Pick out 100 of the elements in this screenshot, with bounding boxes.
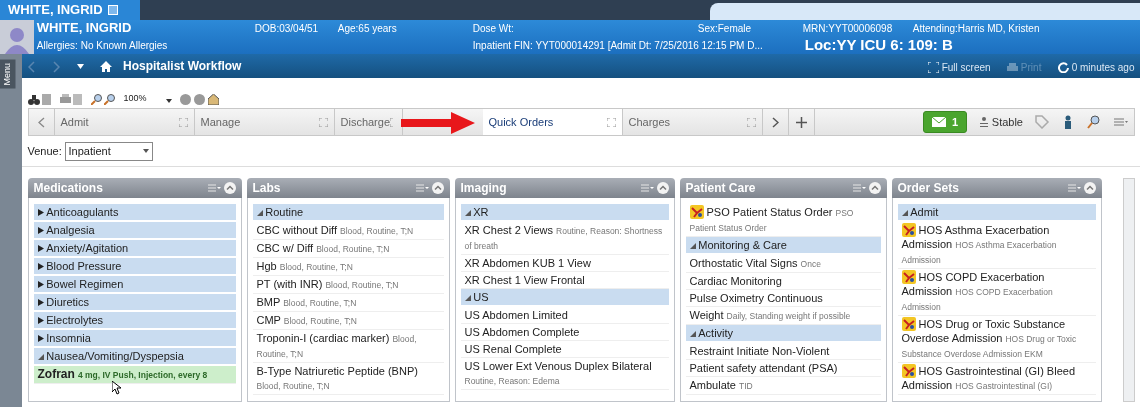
order-row[interactable]: CBC w/ Diff Blood, Routine, T;N (252, 240, 444, 258)
page-tab[interactable]: Admit (54, 109, 195, 135)
binoculars-icon[interactable] (27, 95, 40, 106)
plus-icon[interactable] (795, 117, 807, 129)
status-button[interactable]: Stable (978, 112, 1024, 132)
category-row[interactable]: Analgesia (33, 222, 236, 240)
dropdown-caret-icon[interactable] (165, 98, 172, 103)
side-menu-tab[interactable]: Menu (0, 60, 16, 89)
encounter-info: Inpatient FIN: YYT000014291 [Admit Dt: 7/25/2016 12:15 PM D... (472, 38, 764, 53)
scrollbar[interactable] (1122, 178, 1135, 402)
order-row[interactable]: XR Chest 2 Views Routine, Reason: Shortness of breath (460, 222, 669, 255)
category-row[interactable]: Nausea/Vomiting/Dyspepsia (33, 348, 236, 366)
page-tab[interactable]: Quick Orders (482, 109, 623, 135)
allergies-text: Allergies: No Known Allergies (36, 38, 169, 53)
category-row[interactable]: Bowel Regimen (33, 276, 236, 294)
order-row[interactable]: US Renal Complete (460, 341, 669, 358)
order-row[interactable]: US Abdomen Complete (460, 324, 669, 341)
category-row[interactable]: XR (460, 204, 669, 222)
category-row[interactable]: Anxiety/Agitation (33, 240, 236, 258)
order-row[interactable]: CMP Blood, Routine, T;N (252, 312, 444, 330)
mouse-pointer-icon (111, 381, 122, 395)
house-icon[interactable] (207, 94, 219, 106)
venue-value: Inpatient (68, 143, 111, 159)
category-row[interactable]: Activity (685, 325, 881, 343)
collapse-icon[interactable] (223, 182, 236, 194)
zoom-in-icon[interactable] (90, 94, 102, 106)
order-row[interactable]: Ambulate TID (685, 377, 881, 395)
collapsed-triangle-icon[interactable] (37, 262, 44, 270)
collapsed-triangle-icon[interactable] (37, 280, 44, 288)
expanded-triangle-icon[interactable] (689, 329, 696, 337)
venue-dropdown[interactable]: Inpatient (64, 141, 153, 161)
category-row[interactable]: Admit (897, 204, 1096, 222)
expanded-triangle-icon[interactable] (464, 208, 471, 216)
panel-title: Imaging (460, 180, 507, 197)
page-tab[interactable]: Charges (622, 109, 763, 135)
category-row[interactable]: Blood Pressure (33, 258, 236, 276)
full-screen-link[interactable]: Full screen (941, 60, 991, 76)
circle-icon[interactable] (193, 94, 205, 106)
order-set-icon (901, 364, 916, 378)
order-row[interactable]: Troponin-I (cardiac marker) Blood, Routine, T;N (252, 330, 444, 363)
collapse-icon[interactable] (656, 182, 669, 194)
category-row[interactable]: Electrolytes (33, 312, 236, 330)
chevron-right-icon[interactable] (771, 117, 779, 129)
dropdown-caret-icon[interactable] (142, 149, 149, 153)
expanded-triangle-icon[interactable] (901, 208, 908, 216)
collapsed-triangle-icon[interactable] (37, 334, 44, 342)
order-row[interactable]: PT (with INR) Blood, Routine, T;N (252, 276, 444, 294)
avatar-placeholder (0, 20, 34, 54)
category-row[interactable]: Diuretics (33, 294, 236, 312)
collapse-icon[interactable] (431, 182, 444, 194)
collapsed-triangle-icon[interactable] (37, 208, 44, 216)
category-row[interactable]: Anticoagulants (33, 204, 236, 222)
order-row[interactable]: Pulse Oximetry Continuous (685, 290, 881, 307)
order-set-icon (689, 205, 704, 219)
expanded-triangle-icon[interactable] (689, 241, 696, 249)
order-row[interactable]: BMP Blood, Routine, T;N (252, 294, 444, 312)
collapsed-triangle-icon[interactable] (37, 244, 44, 252)
printer-icon[interactable] (59, 94, 71, 106)
chevron-left-icon[interactable] (37, 117, 45, 129)
expanded-triangle-icon[interactable] (37, 352, 44, 360)
order-row[interactable]: Orthostatic Vital Signs Once (685, 255, 881, 273)
order-row[interactable]: HOS Asthma Exacerbation Admission HOS Asthma Exacerbation Admission (897, 222, 1096, 269)
order-row[interactable]: XR Abdomen KUB 1 View (460, 255, 669, 272)
refresh-icon[interactable] (1057, 62, 1069, 74)
category-row[interactable]: Insomnia (33, 330, 236, 348)
order-row[interactable]: B-Type Natriuretic Peptide (BNP) Blood, Routine, T;N (252, 363, 444, 395)
envelope-icon (932, 117, 947, 127)
patient-info-field: MRN:YYT00006098 (802, 20, 913, 36)
order-row[interactable]: Hgb Blood, Routine, T;N (252, 258, 444, 276)
circle-icon[interactable] (180, 94, 192, 106)
collapsed-triangle-icon[interactable] (37, 226, 44, 234)
category-row[interactable]: Routine (252, 204, 444, 222)
patient-info-field: Dose Wt: (472, 20, 698, 36)
workflow-title: Hospitalist Workflow (123, 58, 242, 75)
order-row[interactable]: Cardiac Monitoring (685, 273, 881, 290)
page-tab[interactable]: Manage (194, 109, 335, 135)
order-row[interactable]: Patient safety attendant (PSA) (685, 360, 881, 377)
order-row[interactable]: US Lower Ext Venous Duplex Bilateral Routine, Reason: Edema (460, 358, 669, 390)
zoom-level[interactable]: 100% (123, 91, 147, 106)
category-row[interactable]: US (460, 289, 669, 307)
printer-icon[interactable] (1007, 62, 1019, 73)
expanded-triangle-icon[interactable] (464, 293, 471, 301)
expanded-triangle-icon[interactable] (256, 208, 263, 216)
collapsed-triangle-icon[interactable] (37, 298, 44, 306)
search-icon[interactable] (1087, 115, 1102, 129)
collapse-icon[interactable] (868, 182, 881, 194)
close-icon[interactable] (108, 5, 119, 15)
order-row[interactable]: CBC without Diff Blood, Routine, T;N (252, 222, 444, 240)
collapse-icon[interactable] (1083, 182, 1096, 194)
order-row[interactable]: HOS COPD Exacerbation Admission HOS COPD Exacerbation Admission (897, 269, 1096, 316)
order-row[interactable]: Restraint Initiate Non-Violent (685, 343, 881, 360)
order-row[interactable]: HOS Gastrointestinal (GI) Bleed Admission HOS Gastrointestinal (GI) (897, 363, 1096, 395)
order-row[interactable]: HOS Drug or Toxic Substance Overdose Admission HOS Drug or Toxic Substance Overdose Admission EKM (897, 316, 1096, 363)
zoom-out-icon[interactable] (104, 94, 116, 106)
order-row[interactable]: US Abdomen Limited (460, 307, 669, 324)
patient-location: Loc:YY ICU 6: 109: B (804, 34, 953, 55)
panel-title: Labs (252, 180, 281, 197)
category-row[interactable]: Monitoring & Care (685, 237, 881, 255)
full-screen-icon[interactable] (927, 62, 939, 74)
collapsed-triangle-icon[interactable] (37, 316, 44, 324)
